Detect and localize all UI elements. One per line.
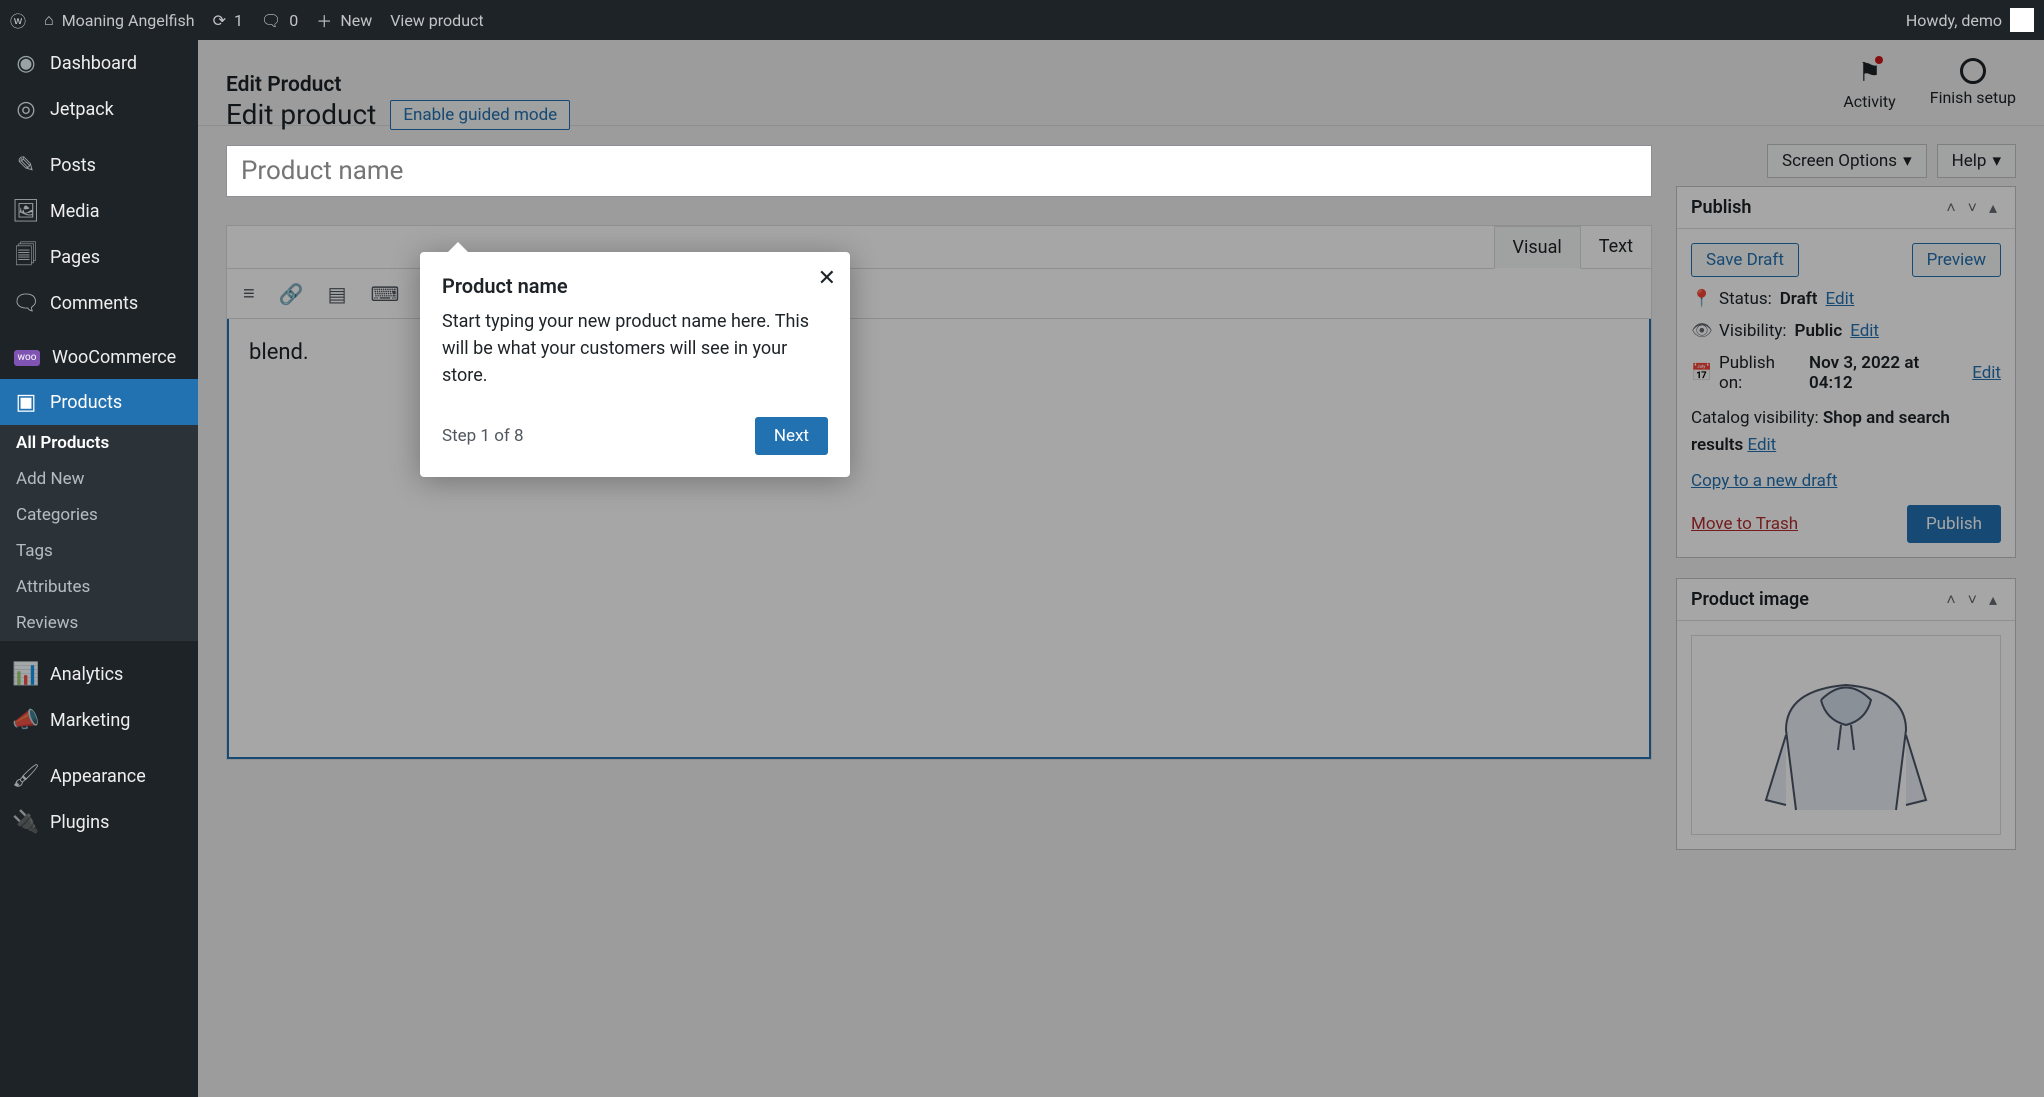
- media-icon: 🖼: [14, 199, 38, 223]
- submenu-all-products[interactable]: All Products: [0, 425, 198, 461]
- tooltip-step: Step 1 of 8: [442, 426, 524, 446]
- updates[interactable]: ⟳ 1: [213, 11, 243, 30]
- sidebar-submenu: All Products Add New Categories Tags Att…: [0, 425, 198, 641]
- sidebar-item-marketing[interactable]: 📣Marketing: [0, 697, 198, 743]
- site-name[interactable]: ⌂ Moaning Angelfish: [44, 10, 195, 30]
- sidebar-item-analytics[interactable]: 📊Analytics: [0, 651, 198, 697]
- comments[interactable]: 🗨 0: [261, 11, 298, 30]
- analytics-icon: 📊: [14, 662, 38, 686]
- comments-count: 0: [289, 11, 298, 30]
- jetpack-icon: ◎: [14, 97, 38, 121]
- tooltip-title: Product name: [442, 274, 828, 298]
- products-icon: ▣: [14, 390, 38, 414]
- product-name-input[interactable]: [226, 145, 1652, 197]
- view-product[interactable]: View product: [390, 11, 483, 30]
- howdy-label: Howdy, demo: [1906, 11, 2002, 30]
- sidebar-item-products[interactable]: ▣Products: [0, 379, 198, 425]
- next-button[interactable]: Next: [755, 417, 828, 455]
- submenu-reviews[interactable]: Reviews: [0, 605, 198, 641]
- main-content: Edit Product ⚑ Activity Finish setup Edi…: [198, 40, 2044, 1097]
- plus-icon: ＋: [316, 8, 332, 32]
- submenu-tags[interactable]: Tags: [0, 533, 198, 569]
- admin-sidebar: ◉Dashboard ◎Jetpack ✎Posts 🖼Media 🗐Pages…: [0, 40, 198, 1097]
- sidebar-item-appearance[interactable]: 🖌Appearance: [0, 753, 198, 799]
- plugins-icon: 🔌: [14, 810, 38, 834]
- new-content[interactable]: ＋ New: [316, 8, 372, 32]
- wp-logo[interactable]: ⓦ: [10, 8, 26, 32]
- avatar: [2010, 8, 2034, 32]
- updates-count: 1: [234, 11, 243, 30]
- guided-overlay: [198, 40, 2044, 1097]
- woo-icon: woo: [14, 350, 40, 366]
- sidebar-item-media[interactable]: 🖼Media: [0, 188, 198, 234]
- submenu-attributes[interactable]: Attributes: [0, 569, 198, 605]
- submenu-categories[interactable]: Categories: [0, 497, 198, 533]
- sidebar-item-posts[interactable]: ✎Posts: [0, 142, 198, 188]
- guided-tooltip: ✕ Product name Start typing your new pro…: [420, 252, 850, 477]
- sidebar-item-comments[interactable]: 🗨Comments: [0, 280, 198, 326]
- marketing-icon: 📣: [14, 708, 38, 732]
- updates-icon: ⟳: [213, 11, 226, 30]
- sidebar-item-pages[interactable]: 🗐Pages: [0, 234, 198, 280]
- sidebar-item-plugins[interactable]: 🔌Plugins: [0, 799, 198, 845]
- dashboard-icon: ◉: [14, 51, 38, 75]
- pages-icon: 🗐: [14, 245, 38, 269]
- comments-icon: 🗨: [14, 291, 38, 315]
- howdy[interactable]: Howdy, demo: [1906, 8, 2034, 32]
- home-icon: ⌂: [44, 10, 54, 30]
- admin-bar: ⓦ ⌂ Moaning Angelfish ⟳ 1 🗨 0 ＋ New View…: [0, 0, 2044, 40]
- close-icon[interactable]: ✕: [818, 266, 836, 291]
- appearance-icon: 🖌: [14, 764, 38, 788]
- new-label: New: [340, 11, 372, 30]
- sidebar-item-jetpack[interactable]: ◎Jetpack: [0, 86, 198, 132]
- submenu-add-new[interactable]: Add New: [0, 461, 198, 497]
- posts-icon: ✎: [14, 153, 38, 177]
- sidebar-item-woocommerce[interactable]: wooWooCommerce: [0, 336, 198, 379]
- sidebar-item-dashboard[interactable]: ◉Dashboard: [0, 40, 198, 86]
- tooltip-body: Start typing your new product name here.…: [442, 308, 828, 389]
- site-name-label: Moaning Angelfish: [62, 11, 195, 30]
- comment-icon: 🗨: [261, 11, 281, 30]
